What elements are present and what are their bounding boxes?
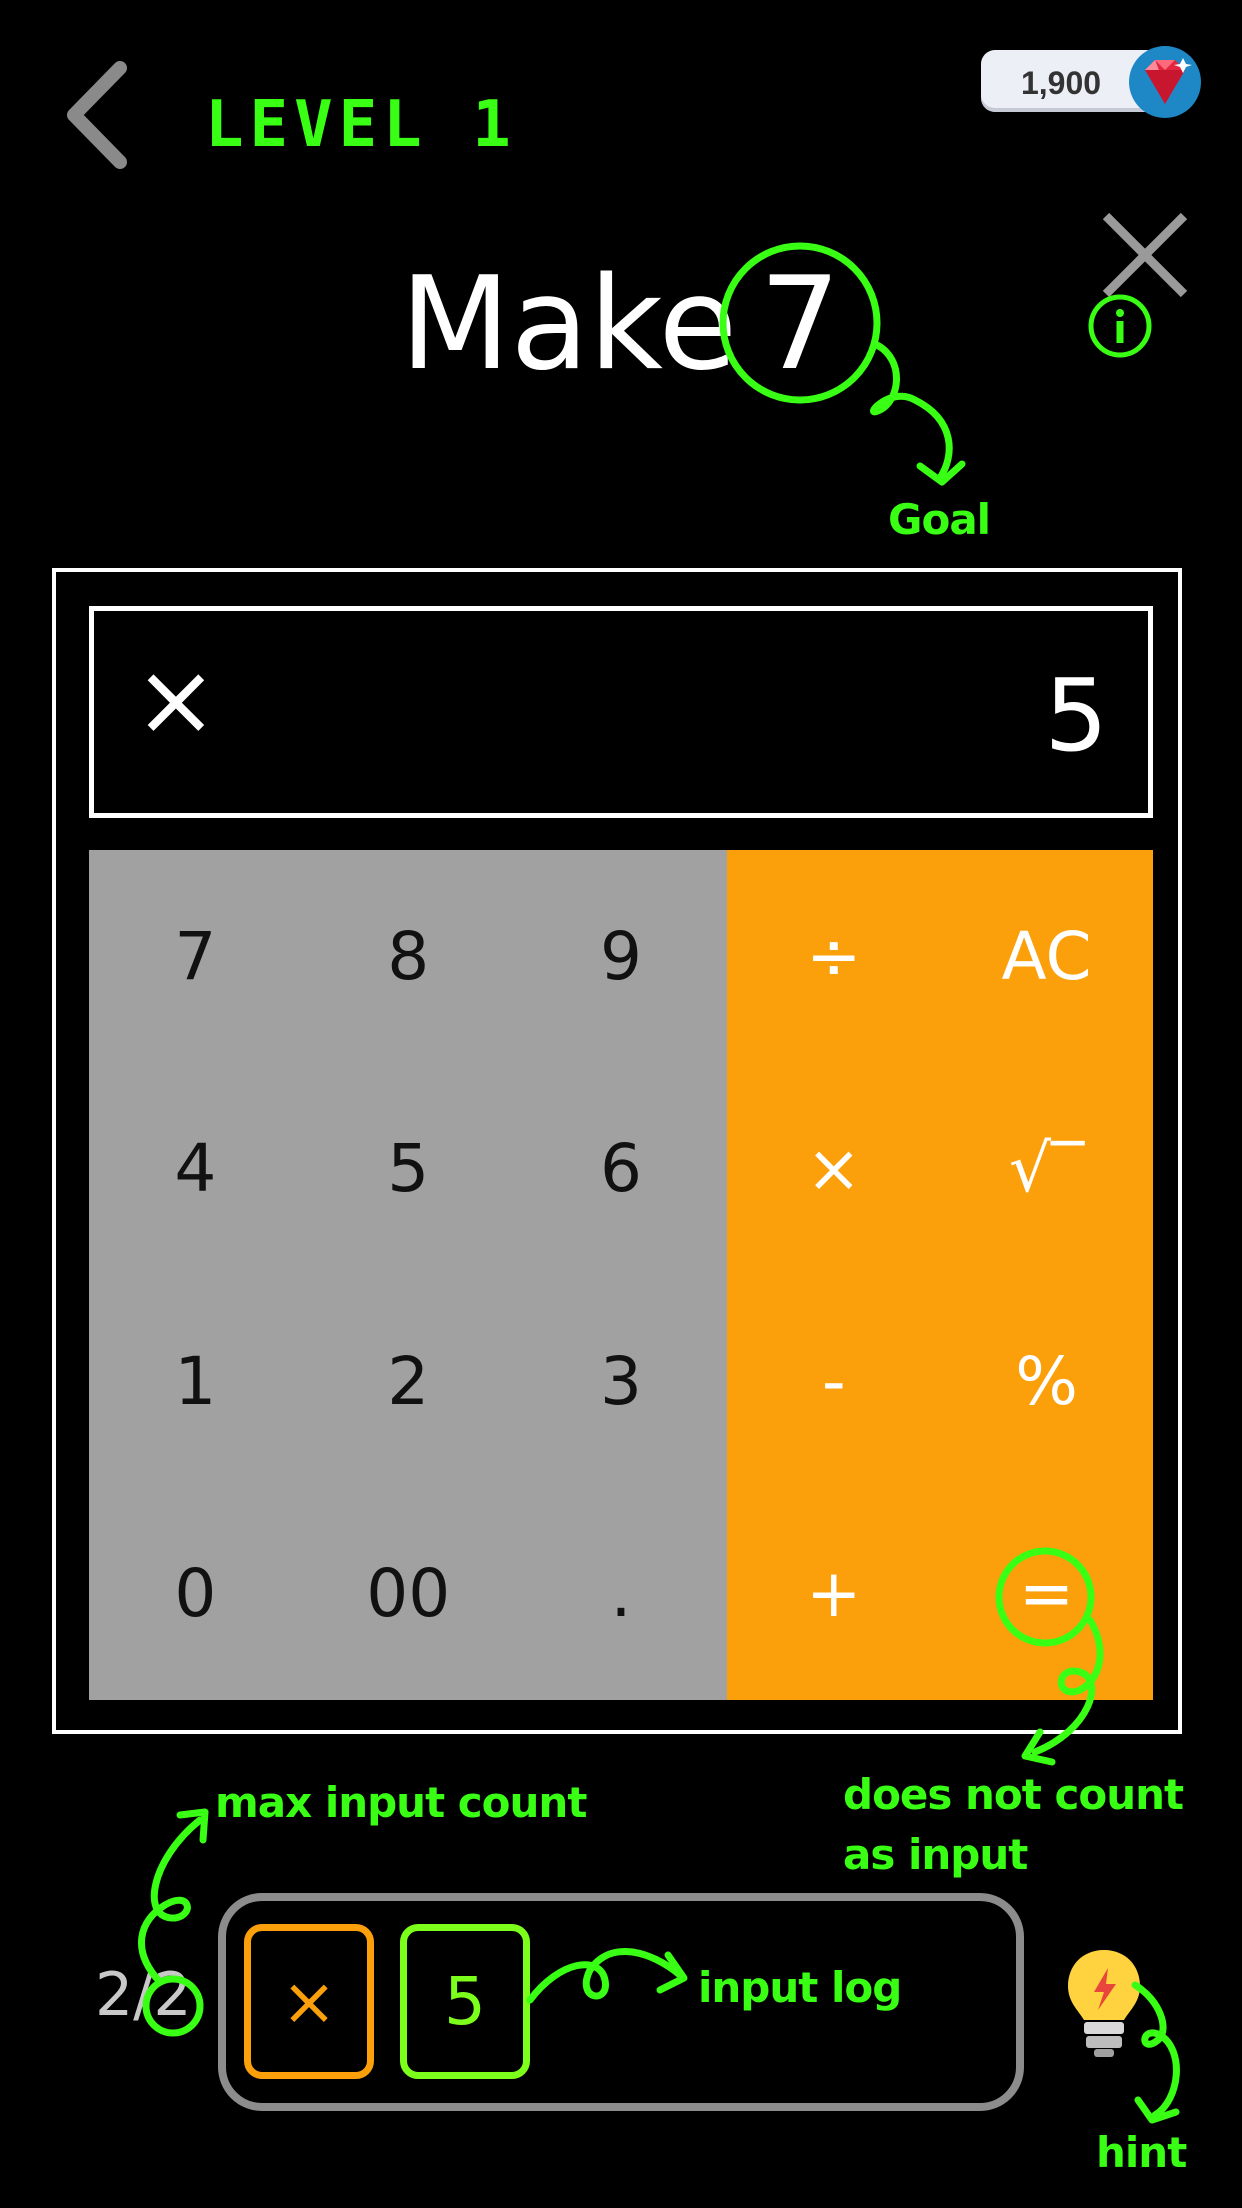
display-operator: × [134,641,218,758]
ruby-gem-icon [1129,46,1201,118]
display-value: 5 [1044,657,1108,774]
key-decimal[interactable]: . [514,1487,728,1700]
key-6[interactable]: 6 [514,1062,728,1275]
key-00[interactable]: 00 [301,1487,515,1700]
key-9[interactable]: 9 [514,850,728,1063]
key-add[interactable]: + [727,1487,941,1700]
key-5[interactable]: 5 [301,1062,515,1275]
key-2[interactable]: 2 [301,1275,515,1488]
gem-counter[interactable]: 1,900 [981,46,1206,118]
key-8[interactable]: 8 [301,850,515,1063]
input-log-entry: 5 [400,1924,530,2079]
key-multiply[interactable]: × [727,1062,941,1275]
key-subtract[interactable]: - [727,1275,941,1488]
title-prefix: Make [400,250,738,399]
key-equals[interactable]: = [940,1487,1153,1700]
key-divide[interactable]: ÷ [727,850,941,1063]
close-icon[interactable] [1098,208,1192,302]
calculator-display: × 5 [89,606,1153,818]
key-0[interactable]: 0 [89,1487,302,1700]
annotation-equals-line2: as input [843,1830,1028,1879]
back-chevron-icon[interactable] [62,60,142,170]
annotation-goal: Goal [888,495,991,544]
keypad: 7 8 9 ÷ AC 4 5 6 × √‾ 1 2 3 - % 0 00 . +… [89,850,1153,1700]
lightbulb-icon[interactable] [1064,1946,1144,2061]
key-square-root[interactable]: √‾ [940,1062,1153,1275]
annotation-equals-line1: does not count [843,1770,1184,1819]
key-1[interactable]: 1 [89,1275,302,1488]
annotation-max-input: max input count [215,1778,587,1827]
key-3[interactable]: 3 [514,1275,728,1488]
annotation-hint: hint [1096,2128,1187,2177]
annotation-input-log: input log [698,1963,902,2012]
level-label: LEVEL 1 [205,88,517,162]
key-percent[interactable]: % [940,1275,1153,1488]
key-4[interactable]: 4 [89,1062,302,1275]
key-all-clear[interactable]: AC [940,850,1153,1063]
input-log-entry: × [244,1924,374,2079]
input-count: 2/2 [95,1960,192,2030]
info-icon[interactable] [1087,293,1153,359]
key-7[interactable]: 7 [89,850,302,1063]
goal-number: 7 [759,250,841,399]
gem-count: 1,900 [1020,65,1102,101]
